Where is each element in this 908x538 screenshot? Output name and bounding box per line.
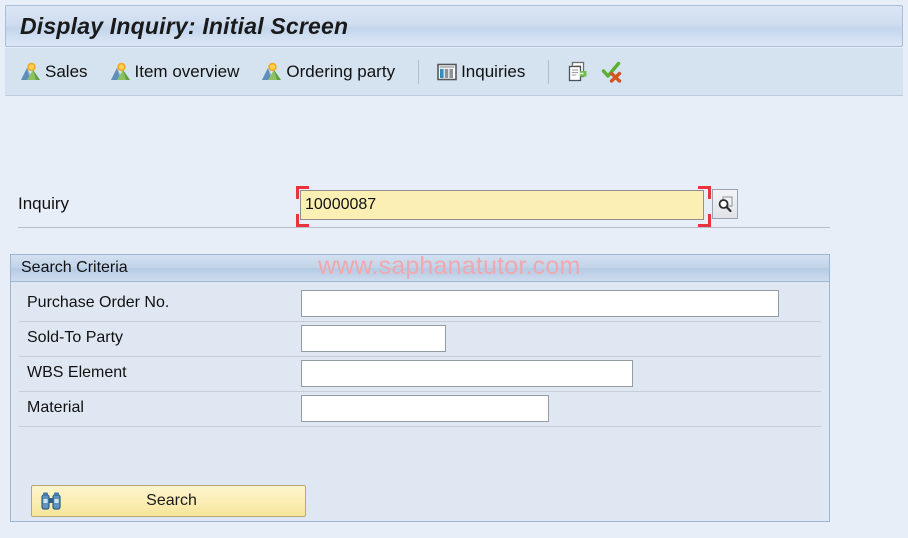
search-criteria-body: Purchase Order No. Sold-To Party WBS Ele… [11,282,829,517]
inquiry-field-row: Inquiry [18,186,830,228]
field-row-sold-to-party: Sold-To Party [19,322,821,357]
search-criteria-title: Search Criteria [21,259,128,276]
toolbar-button-copy-document[interactable] [563,57,593,87]
toolbar-button-item-overview[interactable]: Item overview [103,54,247,90]
landscape-icon [261,61,283,83]
toolbar-label-inquiries: Inquiries [461,61,526,81]
field-row-material: Material [19,392,821,427]
input-material[interactable] [301,395,549,422]
toolbar-label-ordering-party: Ordering party [286,61,396,81]
toolbar-label-sales: Sales [45,61,88,81]
focus-corner-bottom-left [296,214,309,227]
label-purchase-order-no: Purchase Order No. [27,294,170,311]
toolbar-button-check-cancel[interactable] [597,57,627,87]
landscape-icon [20,61,42,83]
row-separator [18,227,830,228]
check-cancel-icon [600,60,624,84]
binoculars-icon [40,490,62,512]
input-wbs-element[interactable] [301,360,633,387]
label-sold-to-party: Sold-To Party [27,329,124,346]
focus-corner-top-left [296,186,309,199]
toolbar-button-ordering-party[interactable]: Ordering party [254,54,402,90]
search-button-label: Search [146,492,197,509]
toolbar-button-inquiries[interactable]: Inquiries [429,54,532,90]
application-toolbar: Sales Item overview Ordering party Inqui… [5,48,903,96]
input-sold-to-party[interactable] [301,325,446,352]
toolbar-label-item-overview: Item overview [134,61,240,81]
inquiry-field-wrapper [296,186,738,227]
toolbar-separator [418,59,420,84]
label-wbs-element: WBS Element [27,364,127,381]
field-row-wbs-element: WBS Element [19,357,821,392]
input-purchase-order-no[interactable] [301,290,779,317]
magnifier-icon [716,195,734,213]
inquiry-label: Inquiry [18,194,70,213]
focus-corner-top-right [698,186,711,199]
table-icon [436,61,458,83]
copy-document-icon [566,60,590,84]
page-title: Display Inquiry: Initial Screen [20,12,349,39]
search-criteria-header: Search Criteria [11,255,829,282]
landscape-icon [110,61,132,83]
toolbar-button-sales[interactable]: Sales [13,54,95,90]
focus-corner-bottom-right [698,214,711,227]
search-button[interactable]: Search [31,485,306,517]
window-title-bar: Display Inquiry: Initial Screen [5,5,903,47]
field-row-purchase-order-no: Purchase Order No. [19,287,821,322]
search-criteria-panel: Search Criteria Purchase Order No. Sold-… [10,254,830,522]
inquiry-input[interactable] [300,190,704,220]
label-material: Material [27,399,84,416]
toolbar-separator [548,59,550,84]
inquiry-value-help-button[interactable] [712,189,738,219]
